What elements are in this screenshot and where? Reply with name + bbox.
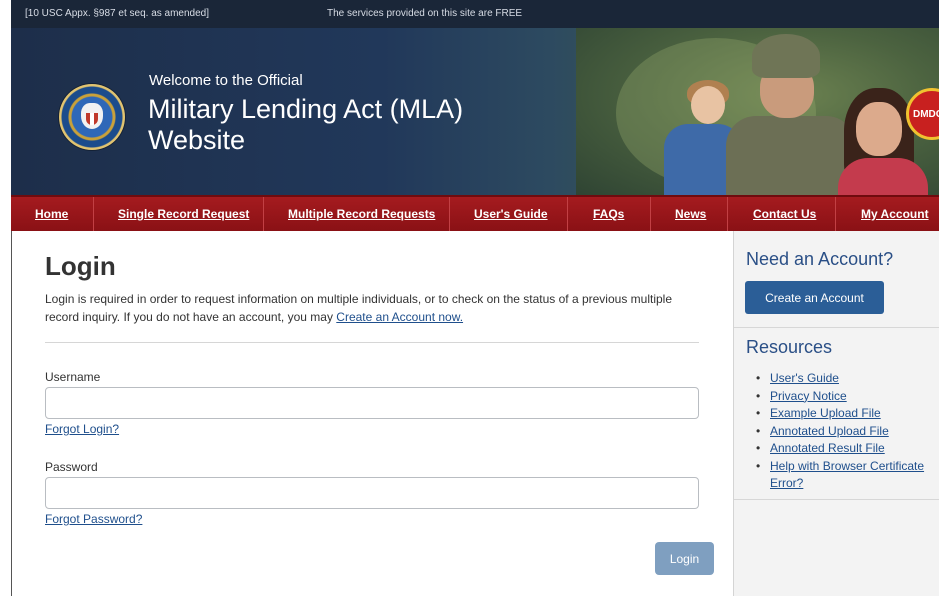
password-label: Password <box>45 460 98 474</box>
nav-contact-us[interactable]: Contact Us <box>753 207 816 221</box>
username-input[interactable] <box>45 387 699 419</box>
create-account-button[interactable]: Create an Account <box>745 281 884 314</box>
sidebar: Need an Account? Create an Account Resou… <box>733 231 939 596</box>
password-input[interactable] <box>45 477 699 509</box>
nav-news[interactable]: News <box>675 207 706 221</box>
username-label: Username <box>45 370 101 384</box>
form-divider <box>45 342 699 343</box>
resource-link-privacy-notice[interactable]: Privacy Notice <box>770 389 847 403</box>
resource-link-users-guide[interactable]: User's Guide <box>770 371 839 385</box>
page-title: Login <box>45 251 116 281</box>
nav-users-guide[interactable]: User's Guide <box>474 207 548 221</box>
resources-heading: Resources <box>746 337 833 357</box>
resource-link-annotated-result[interactable]: Annotated Result File <box>770 441 885 455</box>
resource-link-browser-certificate-help[interactable]: Help with Browser Certificate Error? <box>770 459 924 491</box>
nav-faqs[interactable]: FAQs <box>593 207 624 221</box>
list-item: • User's Guide <box>756 371 839 385</box>
site-title-line2: Website <box>148 125 246 155</box>
create-account-link[interactable]: Create an Account now. <box>336 310 463 324</box>
nav-single-record-request[interactable]: Single Record Request <box>118 207 249 221</box>
military-family-photo: DMDC <box>576 28 939 195</box>
list-item: • Example Upload File <box>756 406 881 420</box>
main-nav: Home Single Record Request Multiple Reco… <box>11 195 939 231</box>
site-banner: Welcome to the Official Military Lending… <box>11 28 939 195</box>
resource-link-annotated-upload[interactable]: Annotated Upload File <box>770 424 889 438</box>
sidebar-divider <box>734 327 939 328</box>
forgot-password-link[interactable]: Forgot Password? <box>45 512 142 526</box>
sidebar-bottom-divider <box>734 499 939 500</box>
free-services-notice: The services provided on this site are F… <box>327 8 523 19</box>
top-notice-bar: [10 USC Appx. §987 et seq. as amended] T… <box>11 0 939 28</box>
list-item: • Annotated Upload File <box>756 423 889 438</box>
list-item: • Help with Browser Certificate Error? <box>756 458 925 491</box>
statute-citation: [10 USC Appx. §987 et seq. as amended] <box>25 8 210 19</box>
resources-list: • User's Guide • Privacy Notice • Example U… <box>754 370 936 493</box>
dod-seal-icon <box>59 84 125 150</box>
login-panel: Login Login is required in order to requ… <box>12 231 733 596</box>
site-title-line1: Military Lending Act (MLA) <box>148 94 464 124</box>
login-button[interactable]: Login <box>655 542 714 575</box>
resource-link-example-upload[interactable]: Example Upload File <box>770 406 881 420</box>
list-item: • Privacy Notice <box>756 388 847 403</box>
nav-home[interactable]: Home <box>35 207 68 221</box>
list-item: • Annotated Result File <box>756 441 885 455</box>
login-intro: Login is required in order to request in… <box>45 290 685 326</box>
nav-multiple-record-requests[interactable]: Multiple Record Requests <box>288 207 435 221</box>
banner-welcome: Welcome to the Official <box>149 72 303 89</box>
forgot-login-link[interactable]: Forgot Login? <box>45 422 119 436</box>
need-account-heading: Need an Account? <box>746 249 894 269</box>
nav-my-account[interactable]: My Account <box>861 207 929 221</box>
